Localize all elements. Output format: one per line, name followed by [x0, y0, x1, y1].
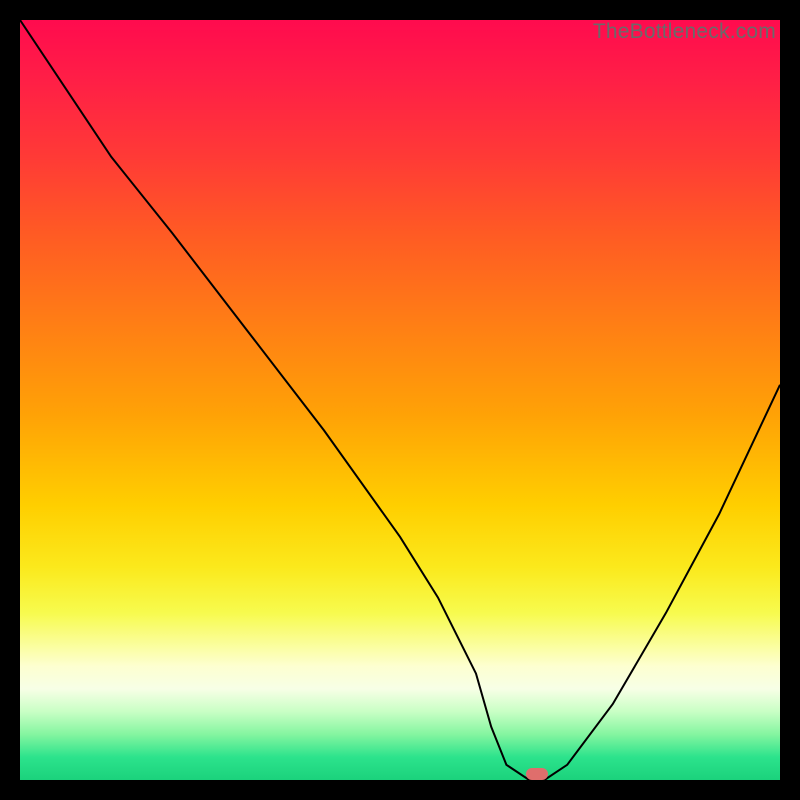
- curve-path: [20, 20, 780, 780]
- plot-area: TheBottleneck.com: [20, 20, 780, 780]
- optimum-marker: [526, 768, 548, 780]
- bottleneck-curve: [20, 20, 780, 780]
- chart-frame: TheBottleneck.com: [0, 0, 800, 800]
